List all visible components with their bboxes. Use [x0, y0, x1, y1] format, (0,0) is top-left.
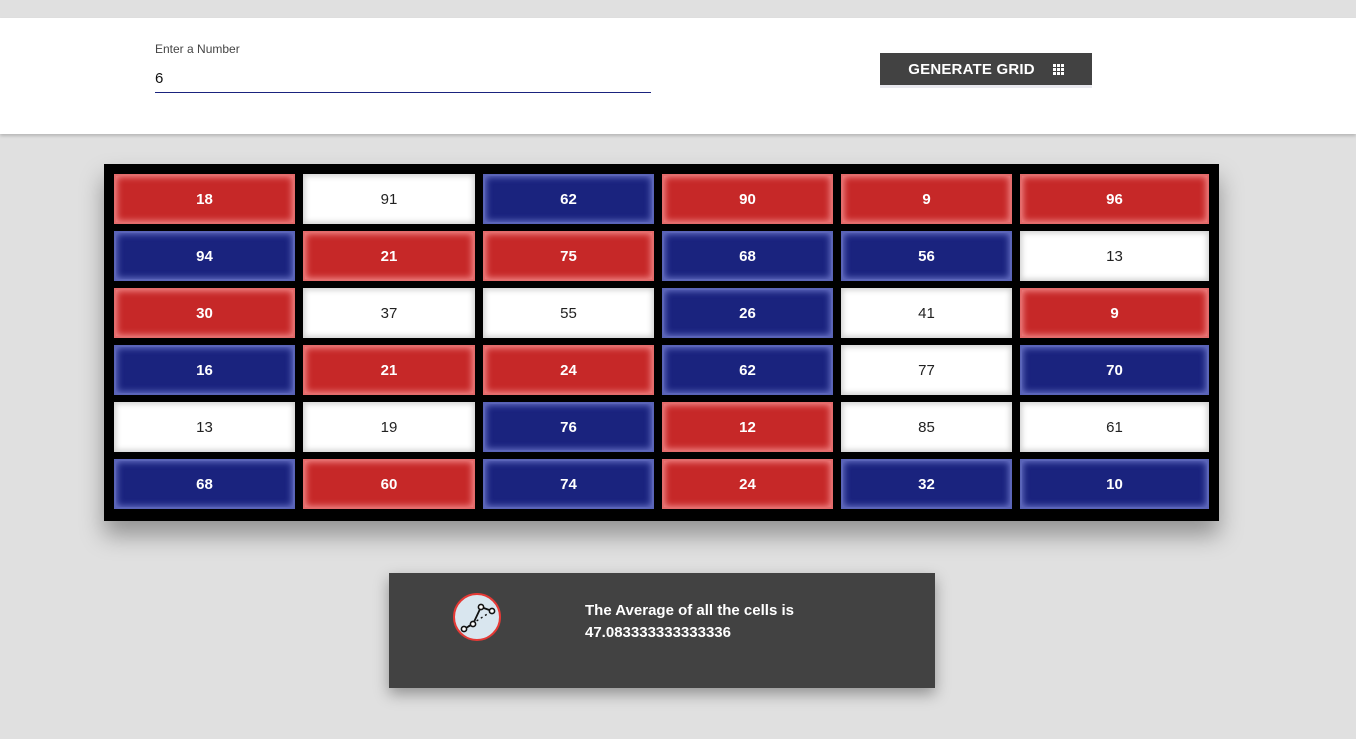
- generate-grid-label: GENERATE GRID: [908, 60, 1035, 78]
- grid-cell: 90: [662, 174, 833, 224]
- average-result: The Average of all the cells is 47.08333…: [585, 600, 885, 644]
- grid-cell: 70: [1020, 345, 1209, 395]
- grid-cell: 68: [114, 459, 295, 509]
- average-result-label: The Average of all the cells is: [585, 602, 794, 619]
- line-chart-icon: [453, 593, 501, 641]
- grid-cell: 21: [303, 345, 475, 395]
- grid-cell: 55: [483, 288, 654, 338]
- grid-cell: 18: [114, 174, 295, 224]
- grid-cell: 9: [841, 174, 1012, 224]
- grid-cell: 13: [1020, 231, 1209, 281]
- grid-cell: 26: [662, 288, 833, 338]
- grid-cell: 12: [662, 402, 833, 452]
- grid-cell: 32: [841, 459, 1012, 509]
- grid-cell: 94: [114, 231, 295, 281]
- grid-cell: 19: [303, 402, 475, 452]
- grid-cell: 24: [662, 459, 833, 509]
- generate-grid-button[interactable]: GENERATE GRID: [880, 53, 1092, 85]
- grid-cell: 85: [841, 402, 1012, 452]
- grid-cell: 16: [114, 345, 295, 395]
- grid-icon: [1052, 63, 1064, 75]
- grid-cell: 24: [483, 345, 654, 395]
- grid-cell: 30: [114, 288, 295, 338]
- input-panel: Enter a Number GENERATE GRID: [0, 18, 1356, 134]
- average-result-value: 47.083333333333336: [585, 624, 731, 641]
- grid-cell: 62: [662, 345, 833, 395]
- grid-cell: 77: [841, 345, 1012, 395]
- number-grid: 18 91 62 90 9 96 94 21 75 68 56 13 30 37 55 26 41 9 16 21 24…: [104, 164, 1219, 521]
- grid-cell: 68: [662, 231, 833, 281]
- grid-cell: 76: [483, 402, 654, 452]
- grid-cell: 9: [1020, 288, 1209, 338]
- grid-cell: 56: [841, 231, 1012, 281]
- grid-cell: 41: [841, 288, 1012, 338]
- grid-cell: 21: [303, 231, 475, 281]
- grid-cell: 62: [483, 174, 654, 224]
- number-field-label: Enter a Number: [155, 42, 240, 56]
- grid-cell: 13: [114, 402, 295, 452]
- grid-cell: 91: [303, 174, 475, 224]
- grid-cell: 75: [483, 231, 654, 281]
- grid-cell: 37: [303, 288, 475, 338]
- grid-cell: 10: [1020, 459, 1209, 509]
- number-input[interactable]: [155, 64, 651, 93]
- grid-cell: 60: [303, 459, 475, 509]
- grid-cell: 74: [483, 459, 654, 509]
- number-field: Enter a Number: [155, 42, 651, 99]
- grid-cell: 96: [1020, 174, 1209, 224]
- grid-cell: 61: [1020, 402, 1209, 452]
